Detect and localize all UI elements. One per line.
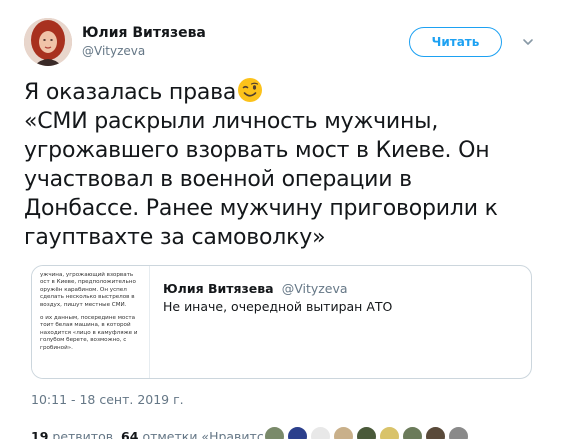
tweet-line: угрожавшего взорвать мост в Киеве. Он xyxy=(24,138,490,163)
liker-avatar[interactable] xyxy=(333,426,354,439)
liker-avatar[interactable] xyxy=(287,426,308,439)
liker-avatar[interactable] xyxy=(264,426,285,439)
media-line: оружён карабином. Он успел xyxy=(40,286,127,293)
media-line: голубом берете, возможно, с xyxy=(40,337,127,344)
media-line: сделать несколько выстрелов в xyxy=(40,294,135,301)
likes-count[interactable]: 64 xyxy=(121,429,138,439)
chevron-down-icon[interactable] xyxy=(521,35,535,49)
tweet-line: «СМИ раскрыли личность мужчины, xyxy=(24,109,439,134)
media-line: гробиной». xyxy=(40,344,73,351)
retweets-label[interactable]: ретвитов xyxy=(52,429,113,439)
liker-avatar[interactable] xyxy=(402,426,423,439)
tweet-stats: 19 ретвитов 64 отметки «Нравится» xyxy=(31,429,279,439)
media-line: ужчина, угрожающий взорвать xyxy=(40,272,134,278)
likes-label[interactable]: отметки «Нравится» xyxy=(142,429,278,439)
media-line: тоит белая машина, в которой xyxy=(40,322,131,329)
quoted-tweet-author: Юлия Витязева @Vityzeva xyxy=(163,278,348,297)
tweet-text: Я оказалась права «СМИ раскрыли личность… xyxy=(24,77,544,252)
tweet-line: Донбассе. Ранее мужчину приговорили к xyxy=(24,196,498,221)
author-block: Юлия Витязева @Vityzeva xyxy=(82,24,206,59)
quoted-tweet-media[interactable]: ужчина, угрожающий взорвать ост в Киеве,… xyxy=(32,266,150,378)
winking-face-emoji-icon xyxy=(238,78,263,102)
author-name[interactable]: Юлия Витязева xyxy=(82,24,206,42)
likers-avatars xyxy=(264,426,469,439)
liker-avatar[interactable] xyxy=(310,426,331,439)
liker-avatar[interactable] xyxy=(356,426,377,439)
retweets-count[interactable]: 19 xyxy=(31,429,48,439)
quoted-tweet[interactable]: ужчина, угрожающий взорвать ост в Киеве,… xyxy=(31,265,532,379)
media-line: ост в Киеве, предположительно xyxy=(40,279,136,286)
author-avatar[interactable] xyxy=(24,18,72,66)
media-line: о их данным, посередине моста xyxy=(40,315,136,322)
media-line: находится «лицо в камуфляже и xyxy=(40,329,138,336)
tweet-line: гауптвахте за самоволку» xyxy=(24,225,326,250)
quoted-tweet-text: Не иначе, очередной вытиран АТО xyxy=(163,299,393,314)
media-paragraph: о их данным, посередине моста тоит белая… xyxy=(40,315,145,352)
tweet-timestamp[interactable]: 10:11 - 18 сент. 2019 г. xyxy=(31,392,184,407)
follow-button[interactable]: Читать xyxy=(409,27,502,57)
liker-avatar[interactable] xyxy=(425,426,446,439)
tweet-card: Юлия Витязева @Vityzeva Читать Я оказала… xyxy=(0,0,562,439)
quoted-author-handle: @Vityzeva xyxy=(281,281,348,296)
tweet-line: участвовал в военной операции в xyxy=(24,167,412,192)
tweet-line: Я оказалась права xyxy=(24,77,544,107)
media-paragraph: ужчина, угрожающий взорвать ост в Киеве,… xyxy=(40,272,145,309)
media-line: воздух, пишут местные СМИ. xyxy=(40,301,127,308)
liker-avatar[interactable] xyxy=(448,426,469,439)
liker-avatar[interactable] xyxy=(379,426,400,439)
author-handle[interactable]: @Vityzeva xyxy=(82,43,206,59)
quoted-author-name: Юлия Витязева xyxy=(163,281,274,296)
